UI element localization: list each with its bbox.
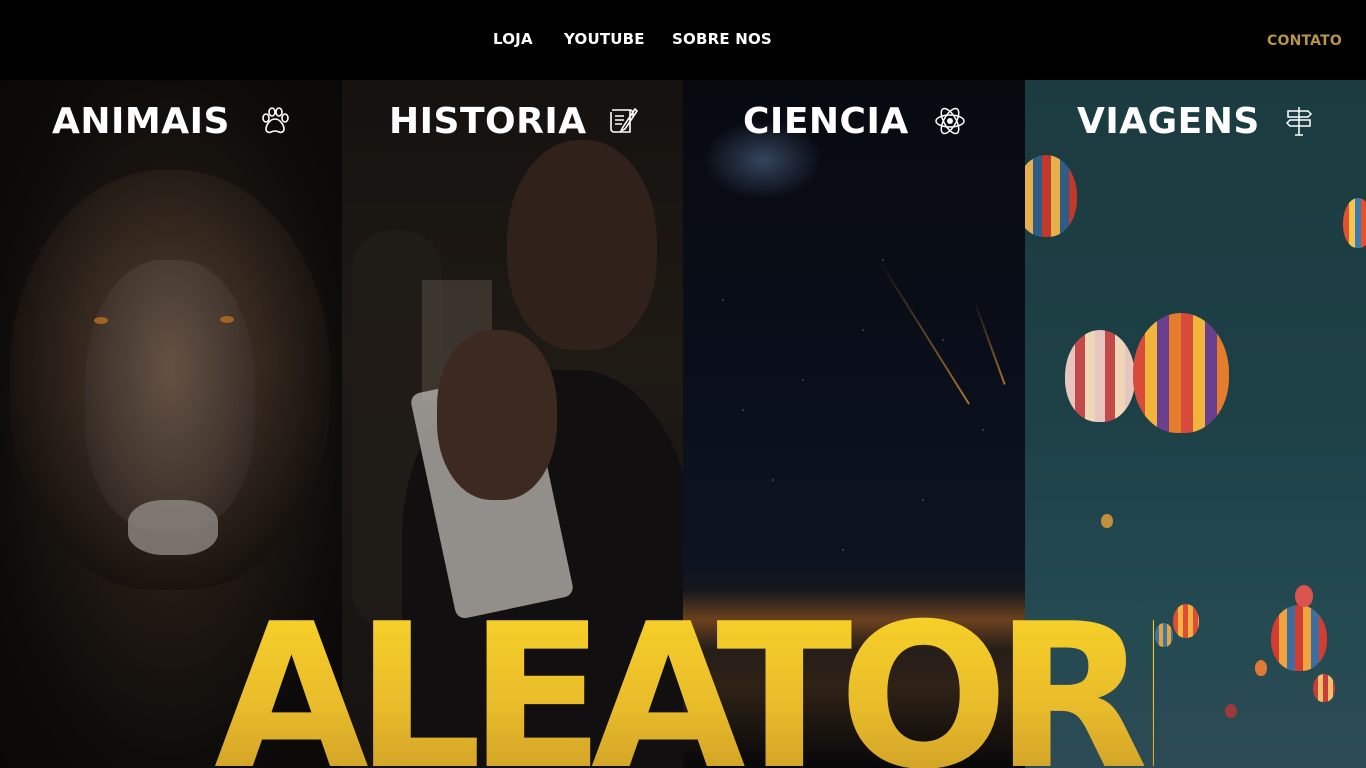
panel-header: ANIMAIS [0, 100, 342, 144]
panel-header: VIAGENS [1025, 100, 1366, 144]
atom-icon [933, 104, 967, 138]
hot-air-balloon [1343, 198, 1366, 248]
top-nav-bar: LOJA YOUTUBE SOBRE NOS CONTATO [0, 0, 1366, 80]
hot-air-balloon [1133, 313, 1229, 433]
panel-title-viagens: VIAGENS [1077, 101, 1260, 142]
nav-link-contato[interactable]: CONTATO [1267, 33, 1342, 49]
hot-air-balloon [1025, 155, 1077, 237]
panel-title-ciencia: CIENCIA [743, 101, 909, 142]
hot-air-balloon [1101, 514, 1113, 528]
panel-title-animais: ANIMAIS [52, 101, 230, 142]
nav-link-youtube[interactable]: YOUTUBE [564, 30, 645, 48]
nav-link-sobre-nos[interactable]: SOBRE NOS [672, 30, 772, 48]
panel-header: CIENCIA [683, 100, 1025, 144]
hot-air-balloon [1065, 330, 1135, 422]
nav-link-loja[interactable]: LOJA [493, 30, 533, 48]
signpost-icon [1282, 104, 1316, 138]
hero-word-aleatorio[interactable]: ALEATORIO [214, 598, 1365, 768]
main-nav: LOJA YOUTUBE SOBRE NOS CONTATO [0, 30, 1366, 50]
panel-title-historia: HISTORIA [389, 101, 587, 142]
panel-header: HISTORIA [342, 100, 683, 144]
paw-icon [258, 104, 292, 138]
scroll-quill-icon [606, 104, 640, 138]
